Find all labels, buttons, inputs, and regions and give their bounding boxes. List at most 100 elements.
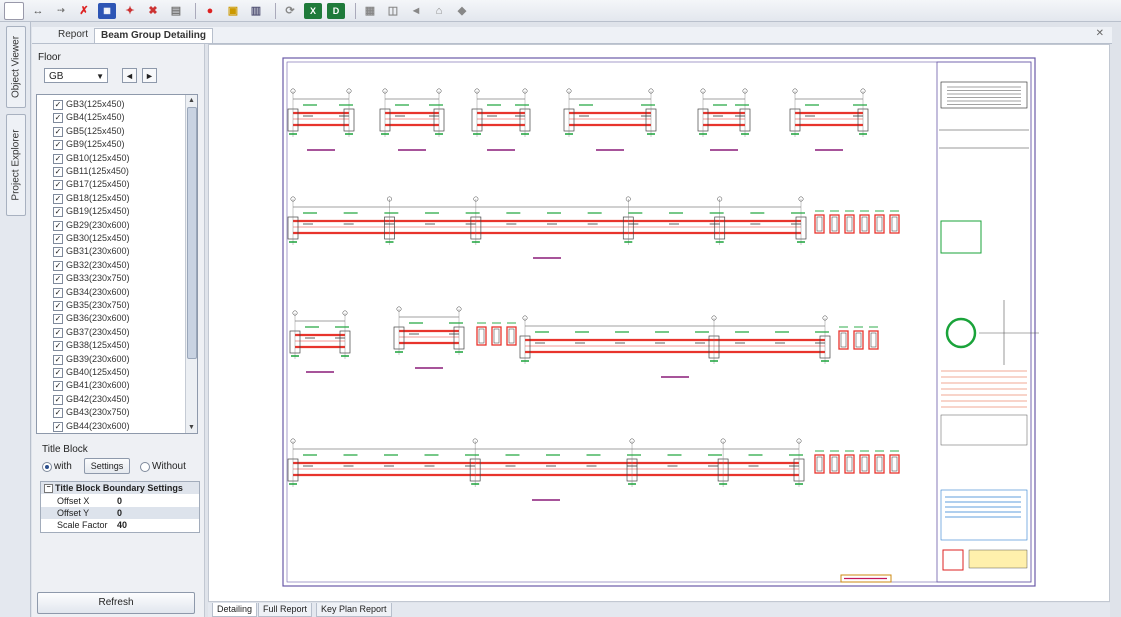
floor-dropdown[interactable]: GB ▼ [44, 68, 108, 83]
grid-icon[interactable]: ▦ [361, 3, 379, 19]
list-item[interactable]: ✓ GB30(125x450) [37, 232, 183, 245]
list-item[interactable]: ✓ GB40(125x450) [37, 366, 183, 379]
list-item[interactable]: ✓ GB34(230x600) [37, 286, 183, 299]
beam-list-scrollbar[interactable]: ▲ ▼ [185, 95, 197, 433]
list-item[interactable]: ✓ GB43(230x750) [37, 406, 183, 419]
scroll-down-icon[interactable]: ▼ [186, 422, 197, 433]
list-item[interactable]: ✓ GB42(230x450) [37, 393, 183, 406]
tab-beam-group-detailing[interactable]: Beam Group Detailing [94, 28, 214, 43]
list-item[interactable]: ✓ GB32(230x450) [37, 259, 183, 272]
list-item[interactable]: ✓ GB19(125x450) [37, 205, 183, 218]
beam-checkbox[interactable]: ✓ [53, 247, 63, 258]
property-row[interactable]: Offset Y 0 [41, 507, 199, 519]
export-dwg-icon[interactable]: D [327, 2, 345, 19]
beam-checkbox[interactable]: ✓ [53, 408, 63, 419]
settings-button[interactable]: Settings [84, 458, 130, 474]
tools-icon[interactable]: ✦ [121, 3, 139, 19]
list-item[interactable]: ✓ GB17(125x450) [37, 178, 183, 191]
beam-checkbox[interactable]: ✓ [53, 287, 63, 298]
pan-icon[interactable]: ↔ [29, 3, 47, 19]
scroll-up-icon[interactable]: ▲ [186, 95, 197, 106]
tab-full-report[interactable]: Full Report [258, 603, 313, 617]
beam-checkbox[interactable]: ✓ [53, 220, 63, 231]
beam-checkbox[interactable]: ✓ [53, 301, 63, 311]
list-item[interactable]: ✓ GB11(125x450) [37, 165, 183, 178]
scroll-thumb[interactable] [187, 107, 197, 359]
beam-list[interactable]: ✓ GB3(125x450) ✓ GB4(125x450) ✓ GB5(125x450) ✓… [36, 94, 198, 434]
beam-checkbox[interactable]: ✓ [53, 207, 63, 218]
save-icon[interactable]: ▥ [247, 3, 265, 19]
collapse-icon[interactable]: − [44, 484, 53, 493]
list-item[interactable]: ✓ GB5(125x450) [37, 125, 183, 138]
list-item[interactable]: ✓ GB10(125x450) [37, 152, 183, 165]
refresh-icon[interactable]: ⟳ [281, 3, 299, 19]
beam-checkbox[interactable]: ✓ [53, 126, 63, 137]
property-row[interactable]: Offset X 0 [41, 495, 199, 507]
property-row[interactable]: Scale Factor 40 [41, 519, 199, 531]
refresh-button[interactable]: Refresh [37, 592, 195, 614]
beam-checkbox[interactable]: ✓ [53, 368, 63, 378]
list-item[interactable]: ✓ GB39(230x600) [37, 353, 183, 366]
beam-checkbox[interactable]: ✓ [53, 260, 63, 271]
beam-checkbox[interactable]: ✓ [53, 314, 63, 325]
beam-checkbox[interactable]: ✓ [53, 327, 63, 338]
tab-detailing[interactable]: Detailing [212, 603, 258, 617]
list-item[interactable]: ✓ GB44(230x600) [37, 420, 183, 433]
close-icon[interactable]: ✕ [1096, 28, 1104, 39]
beam-checkbox[interactable]: ✓ [53, 234, 63, 244]
settings-icon[interactable]: ◆ [453, 3, 471, 19]
with-radio[interactable] [42, 462, 52, 472]
list-item[interactable]: ✓ GB36(230x600) [37, 312, 183, 325]
beam-checkbox[interactable]: ✓ [53, 140, 63, 151]
measure-icon[interactable]: ⇢ [52, 3, 70, 19]
list-item[interactable]: ✓ GB38(125x450) [37, 339, 183, 352]
beam-checkbox[interactable]: ✓ [53, 354, 63, 365]
without-radio[interactable] [140, 462, 150, 472]
list-item[interactable]: ✓ GB31(230x600) [37, 245, 183, 258]
boundary-settings-header[interactable]: − Title Block Boundary Settings [41, 482, 199, 494]
list-item[interactable]: ✓ GB41(230x600) [37, 379, 183, 392]
beam-checkbox[interactable]: ✓ [53, 100, 63, 110]
beam-checkbox[interactable]: ✓ [53, 421, 63, 432]
home-icon[interactable]: ⌂ [430, 3, 448, 19]
beam-checkbox[interactable]: ✓ [53, 193, 63, 204]
list-item[interactable]: ✓ GB37(230x450) [37, 326, 183, 339]
next-floor-button[interactable]: ► [142, 68, 157, 83]
lock-icon[interactable]: ▣ [224, 3, 242, 19]
list-item[interactable]: ✓ GB18(125x450) [37, 192, 183, 205]
property-value[interactable]: 0 [117, 495, 122, 507]
select-icon[interactable] [4, 1, 24, 20]
list-item[interactable]: ✓ GB3(125x450) [37, 98, 183, 111]
beam-checkbox[interactable]: ✓ [53, 341, 63, 352]
beam-checkbox[interactable]: ✓ [53, 394, 63, 405]
view-icon[interactable]: ◫ [384, 3, 402, 19]
property-value[interactable]: 40 [117, 519, 127, 531]
beam-checkbox[interactable]: ✓ [53, 113, 63, 124]
beam-checkbox[interactable]: ✓ [53, 167, 63, 177]
print-icon[interactable]: ▤ [167, 3, 185, 19]
export-excel-icon[interactable]: X [304, 2, 322, 19]
tab-project-explorer[interactable]: Project Explorer [6, 114, 26, 216]
delete-icon[interactable]: ✖ [144, 3, 162, 19]
tab-key-plan-report[interactable]: Key Plan Report [316, 603, 392, 617]
drawing-canvas[interactable] [208, 44, 1110, 602]
beam-checkbox[interactable]: ✓ [53, 274, 63, 285]
detail-icon[interactable]: ▦ [98, 2, 116, 19]
back-icon[interactable]: ◄ [407, 3, 425, 19]
prev-floor-button[interactable]: ◄ [122, 68, 137, 83]
list-item[interactable]: ✓ GB9(125x450) [37, 138, 183, 151]
list-item[interactable]: ✓ GB29(230x600) [37, 219, 183, 232]
boundary-settings-grid[interactable]: − Title Block Boundary Settings Offset X… [40, 481, 200, 533]
list-item[interactable]: ✓ GB33(230x750) [37, 272, 183, 285]
design-icon[interactable]: ✗ [75, 3, 93, 19]
property-value[interactable]: 0 [117, 507, 122, 519]
tab-report[interactable]: Report [52, 28, 94, 42]
section-outline [853, 330, 864, 350]
beam-checkbox[interactable]: ✓ [53, 153, 63, 164]
beam-checkbox[interactable]: ✓ [53, 180, 63, 191]
list-item[interactable]: ✓ GB4(125x450) [37, 111, 183, 124]
beam-checkbox[interactable]: ✓ [53, 381, 63, 392]
tab-object-viewer[interactable]: Object Viewer [6, 26, 26, 108]
record-icon[interactable]: ● [201, 3, 219, 19]
list-item[interactable]: ✓ GB35(230x750) [37, 299, 183, 312]
